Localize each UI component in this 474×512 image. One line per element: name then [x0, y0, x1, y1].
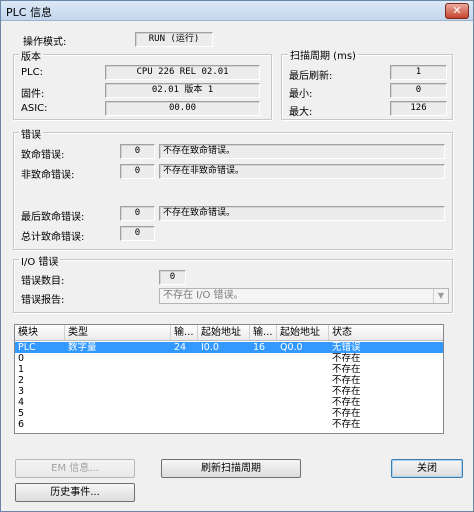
last-fatal-error-code: 0: [120, 206, 155, 221]
io-errors-group: I/O 错误: [13, 253, 453, 313]
close-button[interactable]: 关闭: [391, 459, 463, 478]
table-cell: 16: [253, 342, 266, 353]
refresh-scan-button[interactable]: 刷新扫描周期: [161, 459, 301, 478]
table-cell: 4: [18, 397, 25, 408]
table-row[interactable]: 1 不存在: [15, 364, 443, 375]
table-row[interactable]: 4 不存在: [15, 397, 443, 408]
nonfatal-error-label: 非致命错误:: [21, 170, 75, 181]
table-cell: 不存在: [332, 386, 361, 397]
col-type[interactable]: 类型: [65, 325, 171, 340]
modules-table[interactable]: 模块 类型 输... 起始地址 输... 起始地址 状态 PLC 数字量 24 I0.…: [14, 324, 444, 434]
table-cell: Q0.0: [280, 342, 303, 353]
title-bar: PLC 信息 ✕: [1, 1, 473, 21]
col-status[interactable]: 状态: [329, 325, 443, 340]
table-header: 模块 类型 输... 起始地址 输... 起始地址 状态: [15, 325, 443, 341]
close-icon[interactable]: ✕: [445, 3, 469, 19]
table-row[interactable]: 6 不存在: [15, 419, 443, 430]
col-input-start[interactable]: 起始地址: [198, 325, 250, 340]
errors-group-title: 错误: [19, 126, 43, 141]
table-row[interactable]: 5 不存在: [15, 408, 443, 419]
scan-max-label: 最大:: [289, 107, 313, 118]
io-error-report-label: 错误报告:: [21, 295, 65, 306]
total-fatal-error-label: 总计致命错误:: [21, 232, 85, 243]
asic-label: ASIC:: [21, 103, 48, 114]
io-errors-group-title: I/O 错误: [19, 253, 61, 268]
table-row[interactable]: 3 不存在: [15, 386, 443, 397]
table-cell: 24: [174, 342, 187, 353]
table-row[interactable]: 0 不存在: [15, 353, 443, 364]
table-cell: 6: [18, 419, 25, 430]
firmware-value: 02.01 版本 1: [105, 83, 260, 98]
plc-info-dialog: PLC 信息 ✕ 操作模式: RUN (运行) 版本 PLC: CPU 226 …: [0, 0, 474, 512]
scan-min-label: 最小:: [289, 89, 313, 100]
nonfatal-error-text: 不存在非致命错误。: [159, 164, 445, 179]
table-cell: 数字量: [68, 342, 97, 353]
fatal-error-code: 0: [120, 144, 155, 159]
asic-value: 00.00: [105, 101, 260, 116]
table-cell: 不存在: [332, 353, 361, 364]
table-cell: 1: [18, 364, 25, 375]
table-cell: 3: [18, 386, 25, 397]
em-info-button[interactable]: EM 信息...: [15, 459, 135, 478]
table-cell: 2: [18, 375, 25, 386]
total-fatal-error-code: 0: [120, 226, 155, 241]
io-error-report-select[interactable]: 不存在 I/O 错误。 ▼: [159, 288, 449, 304]
version-group-title: 版本: [19, 48, 43, 63]
io-error-count-label: 错误数目:: [21, 276, 65, 287]
io-error-report-value: 不存在 I/O 错误。: [163, 290, 244, 301]
table-cell: I0.0: [201, 342, 219, 353]
table-cell: PLC: [18, 342, 36, 353]
col-output-start[interactable]: 起始地址: [277, 325, 329, 340]
table-cell: 不存在: [332, 408, 361, 419]
chevron-down-icon[interactable]: ▼: [433, 289, 448, 303]
window-title: PLC 信息: [6, 6, 52, 19]
history-events-button[interactable]: 历史事件...: [15, 483, 135, 502]
table-cell: 不存在: [332, 364, 361, 375]
table-row[interactable]: PLC 数字量 24 I0.0 16 Q0.0 无错误: [15, 342, 443, 353]
col-outputs[interactable]: 输...: [250, 325, 277, 340]
table-cell: 无错误: [332, 342, 361, 353]
last-fatal-error-text: 不存在致命错误。: [159, 206, 445, 221]
fatal-error-text: 不存在致命错误。: [159, 144, 445, 159]
table-cell: 不存在: [332, 375, 361, 386]
io-error-count-value: 0: [159, 270, 186, 285]
op-mode-value: RUN (运行): [135, 32, 213, 47]
firmware-label: 固件:: [21, 89, 45, 100]
table-cell: 不存在: [332, 397, 361, 408]
col-inputs[interactable]: 输...: [171, 325, 198, 340]
table-cell: 0: [18, 353, 25, 364]
table-row[interactable]: 2 不存在: [15, 375, 443, 386]
plc-label: PLC:: [21, 67, 43, 78]
scan-max-value: 126: [390, 101, 447, 116]
last-fatal-error-label: 最后致命错误:: [21, 212, 85, 223]
col-module[interactable]: 模块: [15, 325, 65, 340]
scan-last-value: 1: [390, 65, 447, 80]
op-mode-label: 操作模式:: [23, 37, 67, 48]
table-cell: 5: [18, 408, 25, 419]
scan-cycle-title: 扫描周期 (ms): [288, 47, 358, 62]
fatal-error-label: 致命错误:: [21, 150, 65, 161]
table-cell: 不存在: [332, 419, 361, 430]
scan-last-label: 最后刷新:: [289, 71, 333, 82]
nonfatal-error-code: 0: [120, 164, 155, 179]
plc-value: CPU 226 REL 02.01: [105, 65, 260, 80]
scan-min-value: 0: [390, 83, 447, 98]
